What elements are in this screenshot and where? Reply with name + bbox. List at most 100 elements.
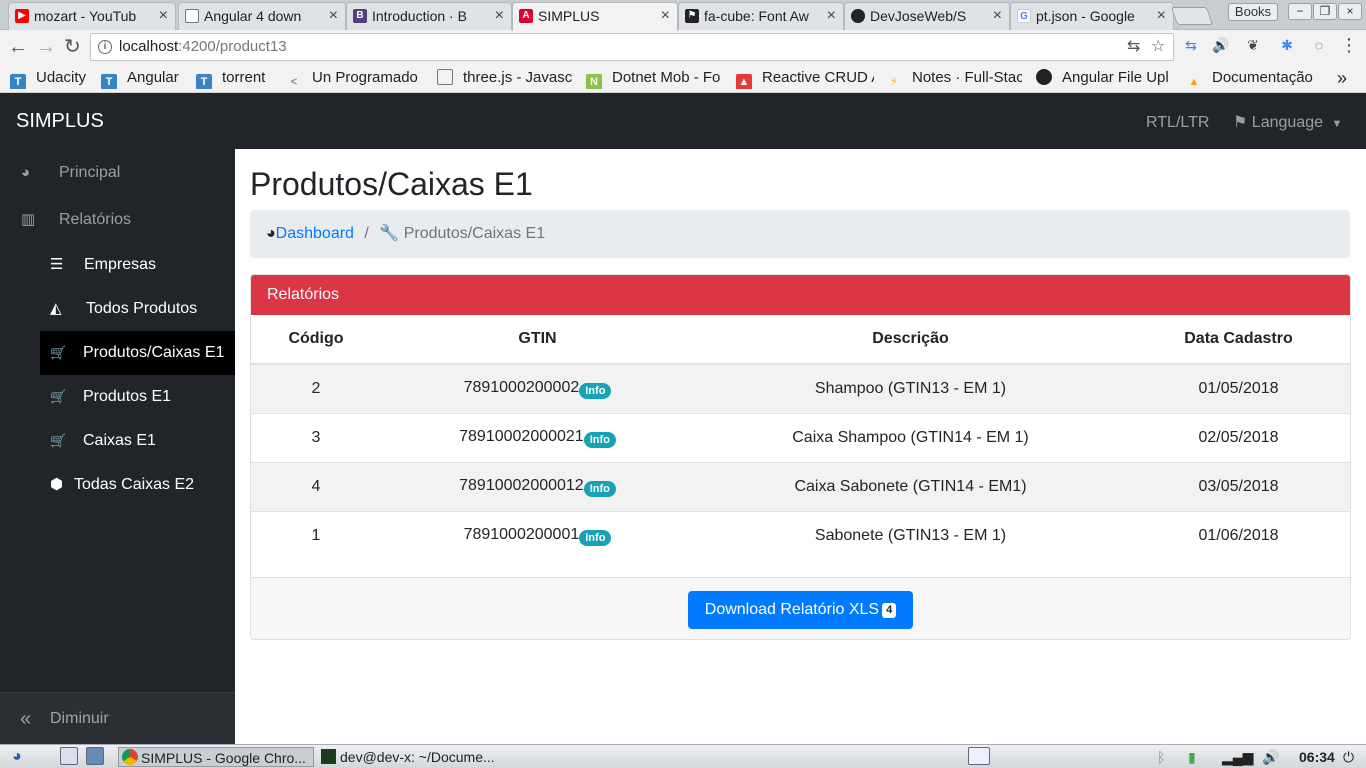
info-badge[interactable]: Info — [583, 480, 616, 497]
browser-tab[interactable]: DevJoseWeb/S × — [844, 2, 1010, 30]
bookmark-item[interactable]: three.js - Javasc — [437, 69, 573, 89]
start-menu-icon[interactable]: ◕ — [12, 747, 22, 767]
bluetooth-icon[interactable]: ᛒ — [1157, 747, 1165, 767]
file-manager-icon[interactable] — [86, 747, 104, 765]
info-badge[interactable]: Info — [583, 431, 616, 448]
reload-icon[interactable]: ↻ — [64, 36, 81, 58]
breadcrumb-separator: / — [364, 225, 369, 242]
translate-icon[interactable]: ⇆ — [1127, 34, 1140, 60]
bookmark-item[interactable]: ⚡ Notes · Full-Stac — [886, 69, 1022, 89]
cell-descricao: Caixa Shampoo (GTIN14 - EM 1) — [694, 412, 1127, 462]
translate-extension-icon[interactable]: ⇆ — [1182, 36, 1200, 54]
window-close-icon[interactable]: × — [1338, 3, 1362, 20]
rtl-ltr-toggle[interactable]: RTL/LTR — [1146, 114, 1209, 132]
sidebar-item-empresas[interactable]: ☰ Empresas — [0, 243, 235, 287]
tab-title: Angular 4 down — [204, 8, 302, 24]
cell-descricao: Caixa Sabonete (GTIN14 - EM1) — [694, 461, 1127, 511]
clock[interactable]: 06:34 — [1299, 747, 1335, 767]
back-icon[interactable]: ← — [8, 36, 28, 58]
close-icon[interactable]: × — [993, 3, 1002, 29]
more-bookmarks-button[interactable]: » — [1337, 69, 1357, 89]
taskbar-chrome-window[interactable]: SIMPLUS - Google Chro... — [118, 747, 314, 767]
sidebar-item-principal[interactable]: ◕ Principal — [0, 151, 235, 195]
sidebar-collapse-button[interactable]: « Diminuir — [0, 692, 235, 744]
sidebar-item-produtos-caixas-e1[interactable]: 🛒 Produtos/Caixas E1 — [40, 331, 235, 375]
sidebar-item-label: Todos Produtos — [86, 300, 198, 317]
signal-icon[interactable]: ▂▄▆ — [1222, 747, 1253, 767]
tab-title: fa-cube: Font Aw — [704, 8, 809, 24]
column-header-codigo: Código — [251, 315, 381, 365]
sidebar-item-todas-caixas-e2[interactable]: ⬢ Todas Caixas E2 — [0, 463, 235, 507]
volume-extension-icon[interactable]: 🔊 — [1212, 36, 1230, 54]
browser-tab[interactable]: Angular 4 down × — [178, 2, 346, 30]
maximize-icon[interactable]: ❐ — [1313, 3, 1337, 20]
evernote-icon[interactable]: ❦ — [1244, 36, 1262, 54]
sidebar-item-relatorios[interactable]: ▥ Relatórios — [0, 198, 235, 242]
close-icon[interactable]: × — [1157, 3, 1166, 29]
sidebar-item-caixas-e1[interactable]: 🛒 Caixas E1 — [0, 419, 235, 463]
url-input[interactable]: i localhost:4200/product13 ⇆ ☆ — [90, 33, 1174, 61]
taskbar-terminal-window[interactable]: dev@dev-x: ~/Docume... — [318, 747, 514, 767]
info-badge[interactable]: Info — [579, 529, 612, 546]
extension-icon[interactable]: ✱ — [1278, 36, 1296, 54]
bookmark-item[interactable]: ▲ Reactive CRUD A — [736, 69, 874, 89]
tab-title: DevJoseWeb/S — [870, 8, 967, 24]
bookmark-item[interactable]: Ttorrent — [196, 69, 278, 89]
minimize-icon[interactable]: − — [1288, 3, 1312, 20]
github-icon — [1036, 69, 1052, 85]
brand-logo[interactable]: SIMPLUS — [16, 110, 104, 133]
battery-icon[interactable]: ▮ — [1188, 747, 1196, 767]
close-icon[interactable]: × — [495, 3, 504, 29]
firebase-icon: ▲ — [1188, 76, 1200, 88]
volume-icon[interactable]: 🔊 — [1262, 747, 1279, 767]
forward-icon[interactable]: → — [36, 36, 56, 58]
code-icon: < — [290, 76, 298, 88]
browser-tab-active[interactable]: A SIMPLUS × — [512, 2, 678, 31]
area-chart-icon: ◭ — [50, 300, 62, 317]
breadcrumb-dashboard-link[interactable]: Dashboard — [276, 225, 354, 242]
document-icon — [437, 69, 453, 85]
browser-tab[interactable]: G pt.json - Google × — [1010, 2, 1174, 30]
cart-icon: 🛒 — [50, 345, 67, 360]
bookmark-item[interactable]: Angular File Upl — [1036, 69, 1172, 89]
show-desktop-icon[interactable] — [60, 747, 78, 765]
sidebar-item-todos-produtos[interactable]: ◭ Todos Produtos — [0, 287, 235, 331]
bookmark-item[interactable]: < Un Programado — [286, 69, 424, 89]
menu-icon[interactable]: ⋮ — [1340, 36, 1358, 54]
bookmark-item[interactable]: T Angular — [101, 69, 186, 89]
language-dropdown[interactable]: ⚑ Language ▼ — [1233, 112, 1342, 132]
download-xls-button[interactable]: Download Relatório XLS 4 — [688, 591, 913, 629]
power-icon[interactable]: ⏻ — [1343, 747, 1354, 767]
close-icon[interactable]: × — [329, 3, 338, 29]
list-icon: ☰ — [50, 256, 64, 273]
extension-circle-icon[interactable]: ◌ — [1310, 36, 1328, 54]
app-navbar: SIMPLUS RTL/LTR ⚑ Language ▼ — [0, 93, 1366, 149]
sidebar-item-label: Principal — [59, 164, 121, 181]
youtube-icon: ▶ — [15, 9, 29, 23]
tab-title: pt.json - Google — [1036, 8, 1135, 24]
close-icon[interactable]: × — [827, 3, 836, 29]
books-profile-button[interactable]: Books — [1228, 3, 1278, 21]
bookmark-item[interactable]: T Udacity — [10, 69, 96, 89]
close-icon[interactable]: × — [159, 3, 168, 29]
window-list-icon[interactable] — [968, 747, 990, 765]
os-taskbar: ◕ SIMPLUS - Google Chro... dev@dev-x: ~/… — [0, 744, 1366, 768]
close-icon[interactable]: × — [661, 3, 670, 29]
bookmark-item[interactable]: ▲ Documentação — [1186, 69, 1320, 89]
browser-tab[interactable]: ▶ mozart - YouTub × — [8, 2, 176, 30]
cell-codigo: 3 — [251, 412, 381, 462]
report-table: Código GTIN Descrição Data Cadastro 2 78… — [251, 315, 1350, 560]
sidebar-item-label: Produtos E1 — [83, 388, 172, 405]
browser-tab[interactable]: B Introduction · B × — [346, 2, 512, 30]
info-badge[interactable]: Info — [579, 382, 612, 399]
browser-tab[interactable]: ⚑ fa-cube: Font Aw × — [678, 2, 844, 30]
main-content: Produtos/Caixas E1 ◕Dashboard / 🔧 Produt… — [235, 149, 1366, 744]
fire-icon: ▲ — [736, 74, 752, 89]
new-tab-button[interactable] — [1170, 7, 1214, 25]
bookmark-item[interactable]: N Dotnet Mob - Fo — [586, 69, 722, 89]
info-icon[interactable]: i — [98, 40, 112, 54]
url-path: :4200/product13 — [178, 38, 287, 55]
sidebar-item-produtos-e1[interactable]: 🛒 Produtos E1 — [0, 375, 235, 419]
star-icon[interactable]: ☆ — [1151, 34, 1165, 60]
tab-title: mozart - YouTub — [34, 8, 137, 24]
